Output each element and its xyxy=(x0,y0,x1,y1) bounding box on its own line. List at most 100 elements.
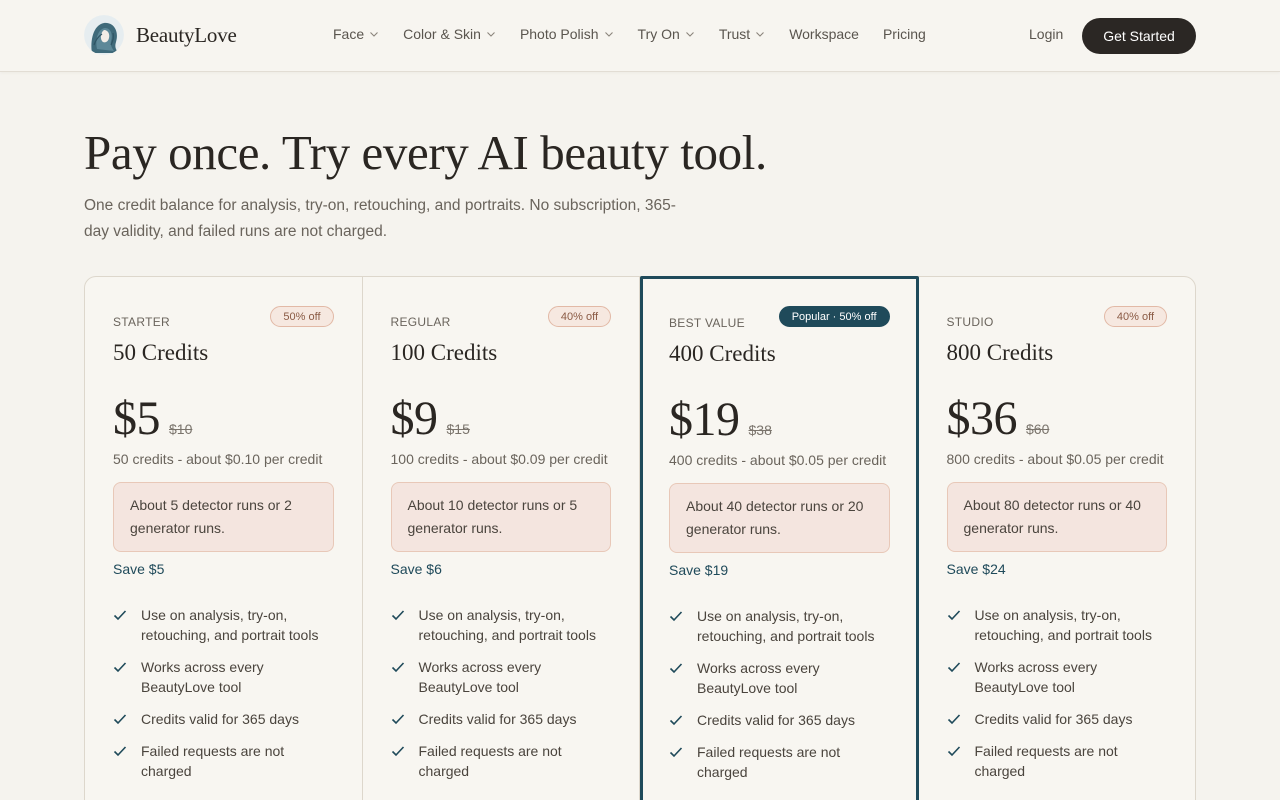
check-icon xyxy=(113,610,127,621)
original-price: $38 xyxy=(748,422,772,438)
feature-text: Failed requests are not charged xyxy=(697,744,841,780)
feature-text: Failed requests are not charged xyxy=(418,743,562,779)
nav-item-try-on[interactable]: Try On xyxy=(638,26,695,42)
price-row: $36 $60 xyxy=(947,391,1050,446)
pricing-card-starter[interactable]: STARTER 50% off 50 Credits $5 $10 50 cre… xyxy=(85,277,363,800)
feature-text: Use on analysis, try-on, retouching, and… xyxy=(697,608,875,644)
nav-item-color-skin[interactable]: Color & Skin xyxy=(403,26,496,42)
page-subtitle: One credit balance for analysis, try-on,… xyxy=(84,197,676,240)
runs-estimate: About 40 detector runs or 20 generator r… xyxy=(669,483,890,553)
pricing-grid: STARTER 50% off 50 Credits $5 $10 50 cre… xyxy=(84,276,1196,800)
feature-item: Works across every BeautyLove tool xyxy=(391,657,612,697)
plan-tier: STARTER xyxy=(113,315,170,329)
nav-item-label: Pricing xyxy=(882,26,926,42)
check-icon xyxy=(113,714,127,725)
feature-item: Use on analysis, try-on, retouching, and… xyxy=(391,605,612,645)
pricing-card-studio[interactable]: STUDIO 40% off 800 Credits $36 $60 800 c… xyxy=(919,277,1196,800)
feature-text: Works across every BeautyLove tool xyxy=(418,659,542,695)
per-credit-text: 100 credits - about $0.09 per credit xyxy=(390,451,608,467)
feature-text: Credits valid for 365 days xyxy=(974,711,1133,727)
check-icon xyxy=(669,663,683,674)
price-row: $5 $10 xyxy=(113,391,192,446)
feature-text: Use on analysis, try-on, retouching, and… xyxy=(141,607,319,643)
plan-name: 50 Credits xyxy=(113,340,209,365)
feature-item: Failed requests are not charged xyxy=(113,741,334,781)
nav-item-face[interactable]: Face xyxy=(333,26,379,42)
feature-item: Use on analysis, try-on, retouching, and… xyxy=(113,605,334,645)
nav-item-label: Workspace xyxy=(789,26,859,42)
plan-tier: BEST VALUE xyxy=(669,316,745,330)
feature-text: Credits valid for 365 days xyxy=(418,711,577,727)
plan-price: $9 xyxy=(390,392,439,445)
feature-text: Works across every BeautyLove tool xyxy=(974,659,1098,695)
feature-list: Use on analysis, try-on, retouching, and… xyxy=(113,605,334,781)
plan-details: 50 credits - about $0.10 per credit Abou… xyxy=(113,449,334,793)
feature-item: Credits valid for 365 days xyxy=(947,709,1168,729)
chevron-down-icon xyxy=(604,32,613,37)
feature-item: Credits valid for 365 days xyxy=(391,709,612,729)
check-icon xyxy=(947,746,960,757)
login-link[interactable]: Login xyxy=(1029,26,1063,42)
nav-item-workspace[interactable]: Workspace xyxy=(789,26,859,42)
runs-estimate: About 80 detector runs or 40 generator r… xyxy=(946,482,1167,552)
check-icon xyxy=(391,714,404,725)
feature-list: Use on analysis, try-on, retouching, and… xyxy=(669,606,890,782)
feature-list: Use on analysis, try-on, retouching, and… xyxy=(947,605,1168,781)
brand-logo[interactable]: BeautyLove xyxy=(84,15,237,55)
feature-item: Failed requests are not charged xyxy=(669,742,890,782)
per-credit-text: 50 credits - about $0.10 per credit xyxy=(113,451,323,467)
discount-badge: 50% off xyxy=(270,306,334,327)
check-icon xyxy=(947,714,960,725)
price-row: $9 $15 xyxy=(391,391,470,446)
feature-text: Works across every BeautyLove tool xyxy=(697,660,820,696)
check-icon xyxy=(113,746,127,757)
feature-text: Credits valid for 365 days xyxy=(141,711,299,727)
nav-item-trust[interactable]: Trust xyxy=(719,26,765,42)
plan-name: 400 Credits xyxy=(669,341,776,366)
page-title: Pay once. Try every AI beauty tool. xyxy=(84,125,767,180)
original-price: $60 xyxy=(1026,421,1050,437)
popular-badge: Popular · 50% off xyxy=(778,306,890,327)
plan-name: 100 Credits xyxy=(390,340,498,365)
pricing-card-regular[interactable]: REGULAR 40% off 100 Credits $9 $15 100 c… xyxy=(363,277,640,800)
feature-item: Works across every BeautyLove tool xyxy=(947,657,1168,697)
nav-item-photo-polish[interactable]: Photo Polish xyxy=(520,26,614,42)
feature-item: Failed requests are not charged xyxy=(391,741,612,781)
nav-item-label: Face xyxy=(333,26,365,42)
check-icon xyxy=(113,662,127,673)
feature-text: Failed requests are not charged xyxy=(974,743,1118,779)
nav-item-label: Photo Polish xyxy=(519,26,599,42)
check-icon xyxy=(947,662,960,673)
savings-text: Save $24 xyxy=(946,561,1006,577)
nav-item-pricing[interactable]: Pricing xyxy=(883,26,926,42)
woman-portrait-logo-icon xyxy=(84,15,124,55)
discount-badge: 40% off xyxy=(547,306,611,327)
feature-item: Failed requests are not charged xyxy=(947,741,1168,781)
savings-text: Save $5 xyxy=(113,561,165,577)
check-icon xyxy=(391,662,404,673)
main-nav: Face Color & Skin Photo Polish Try On Tr… xyxy=(333,26,926,42)
get-started-button[interactable]: Get Started xyxy=(1082,18,1196,54)
runs-estimate: About 10 detector runs or 5 generator ru… xyxy=(390,482,611,552)
feature-text: Credits valid for 365 days xyxy=(697,712,855,728)
feature-item: Use on analysis, try-on, retouching, and… xyxy=(947,605,1168,645)
chevron-down-icon xyxy=(685,32,694,37)
savings-text: Save $19 xyxy=(669,562,729,578)
savings-text: Save $6 xyxy=(390,561,442,577)
per-credit-text: 800 credits - about $0.05 per credit xyxy=(946,451,1164,467)
feature-text: Works across every BeautyLove tool xyxy=(141,659,264,695)
plan-details: 400 credits - about $0.05 per credit Abo… xyxy=(669,450,890,794)
plan-price: $36 xyxy=(946,392,1018,445)
feature-item: Credits valid for 365 days xyxy=(669,710,890,730)
feature-list: Use on analysis, try-on, retouching, and… xyxy=(391,605,612,781)
pricing-card-best-value[interactable]: BEST VALUE Popular · 50% off 400 Credits… xyxy=(640,276,919,800)
plan-details: 100 credits - about $0.09 per credit Abo… xyxy=(390,449,612,793)
feature-item: Use on analysis, try-on, retouching, and… xyxy=(669,606,890,646)
brand-name: BeautyLove xyxy=(136,22,237,47)
check-icon xyxy=(669,715,683,726)
nav-item-label: Color & Skin xyxy=(403,26,481,42)
check-icon xyxy=(391,610,404,621)
runs-estimate: About 5 detector runs or 2 generator run… xyxy=(113,482,334,552)
price-row: $19 $38 xyxy=(669,392,772,447)
nav-item-label: Trust xyxy=(718,26,751,42)
